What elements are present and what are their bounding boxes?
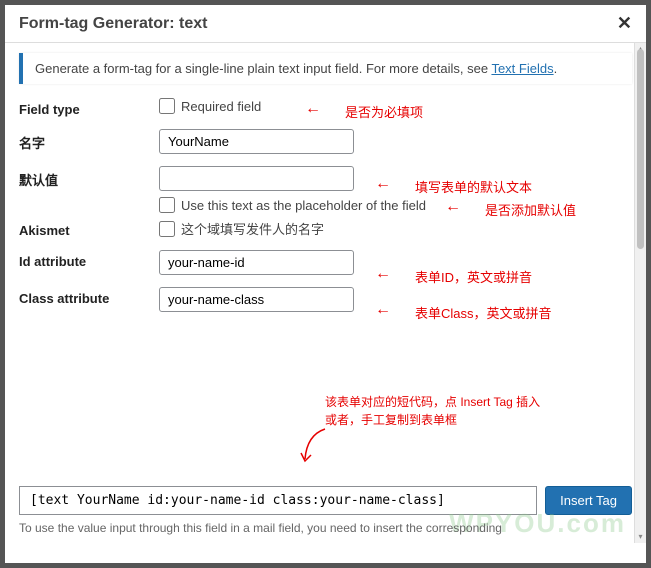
tag-output[interactable]	[19, 486, 537, 515]
arrow-icon: ←	[375, 265, 391, 283]
insert-tag-button[interactable]: Insert Tag	[545, 486, 632, 515]
dialog-titlebar: Form-tag Generator: text ✕	[5, 5, 646, 43]
notice-link[interactable]: Text Fields	[491, 61, 553, 76]
annotation-default: 填写表单的默认文本	[415, 177, 532, 196]
annotation-shortcode-line2: 或者，手工复制到表单框	[325, 411, 540, 429]
akismet-label: 这个域填写发件人的名字	[181, 219, 324, 238]
close-icon[interactable]: ✕	[617, 13, 632, 34]
notice-suffix: .	[554, 61, 558, 76]
scrollbar-thumb[interactable]	[637, 49, 644, 249]
arrow-icon: ←	[375, 301, 391, 319]
cutoff-text: To use the value input through this fiel…	[19, 521, 632, 535]
required-label: Required field	[181, 99, 261, 114]
arrow-icon: ←	[445, 198, 461, 216]
annotation-id: 表单ID，英文或拼音	[415, 267, 532, 286]
placeholder-checkbox[interactable]	[159, 197, 175, 213]
info-notice: Generate a form-tag for a single-line pl…	[19, 53, 632, 84]
placeholder-label: Use this text as the placeholder of the …	[181, 198, 426, 213]
notice-text: Generate a form-tag for a single-line pl…	[35, 61, 491, 76]
dialog-content: Generate a form-tag for a single-line pl…	[5, 43, 646, 543]
arrow-icon: ←	[305, 100, 321, 118]
dialog-title: Form-tag Generator: text	[19, 15, 207, 33]
annotation-required: 是否为必填项	[345, 102, 423, 121]
id-input[interactable]	[159, 250, 354, 275]
curved-arrow-icon	[297, 425, 327, 465]
required-checkbox[interactable]	[159, 98, 175, 114]
akismet-checkbox[interactable]	[159, 221, 175, 237]
label-akismet: Akismet	[19, 219, 159, 238]
class-input[interactable]	[159, 287, 354, 312]
annotation-placeholder: 是否添加默认值	[485, 200, 576, 219]
label-default: 默认值	[19, 166, 159, 189]
scrollbar[interactable]: ▴ ▾	[634, 43, 646, 543]
label-name: 名字	[19, 129, 159, 152]
label-id: Id attribute	[19, 250, 159, 269]
label-field-type: Field type	[19, 98, 159, 117]
annotation-class: 表单Class，英文或拼音	[415, 303, 552, 322]
scroll-down-icon[interactable]: ▾	[635, 531, 646, 543]
default-input[interactable]	[159, 166, 354, 191]
arrow-icon: ←	[375, 175, 391, 193]
annotation-shortcode: 该表单对应的短代码，点 Insert Tag 插入 或者，手工复制到表单框	[325, 393, 540, 429]
name-input[interactable]	[159, 129, 354, 154]
annotation-shortcode-line1: 该表单对应的短代码，点 Insert Tag 插入	[325, 393, 540, 411]
label-class: Class attribute	[19, 287, 159, 306]
